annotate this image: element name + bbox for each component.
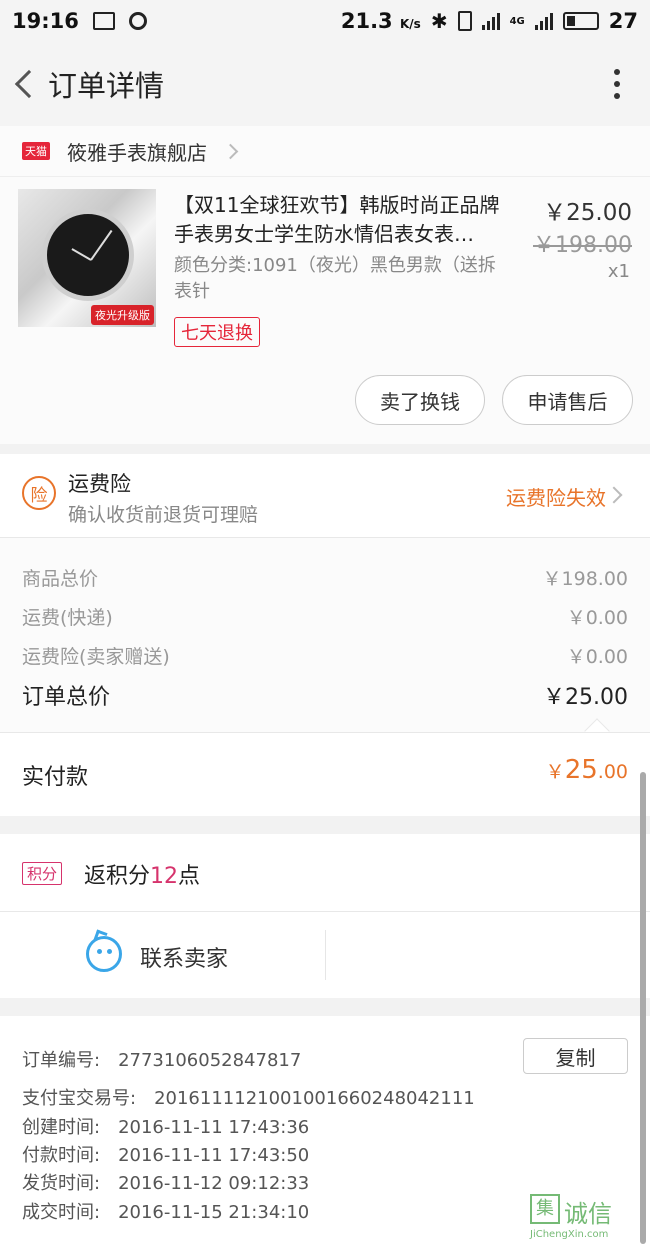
paid-amount: ￥25.00 xyxy=(545,755,628,785)
product-price: ￥25.00 xyxy=(543,200,632,226)
paid-time-row: 付款时间: 2016-11-11 17:43:50 xyxy=(22,1145,310,1166)
product-original-price: ￥198.00 xyxy=(533,233,632,258)
shop-name[interactable]: 筱雅手表旗舰店 xyxy=(67,137,207,166)
paid-amount-row: 实付款 ￥25.00 xyxy=(0,732,650,816)
contact-seller-label: 联系卖家 xyxy=(140,947,229,972)
price-row-insurance: 运费险(卖家赠送) ￥0.00 xyxy=(22,646,628,668)
points-row: 积分 返积分12点 xyxy=(0,834,650,912)
qq-notification-icon xyxy=(128,12,147,30)
watermark-logo: 集 xyxy=(530,1194,560,1224)
insurance-title: 运费险 xyxy=(68,472,131,496)
price-summary: 商品总价 ￥198.00 运费(快递) ￥0.00 运费险(卖家赠送) ￥0.00 订… xyxy=(0,538,650,744)
order-number-row: 订单编号: 2773106052847817 xyxy=(22,1050,302,1071)
vibrate-icon xyxy=(457,11,472,31)
created-time-row: 创建时间: 2016-11-11 17:43:36 xyxy=(22,1117,310,1138)
signal-icon xyxy=(481,12,500,30)
product-quantity: x1 xyxy=(607,261,630,282)
product-thumbnail[interactable]: 夜光升级版 xyxy=(18,189,156,327)
bluetooth-icon: ✱ xyxy=(430,9,448,33)
battery-icon xyxy=(562,12,599,30)
back-icon[interactable] xyxy=(2,42,46,126)
product-sku: 颜色分类:1091（夜光）黑色男款（送拆表针 xyxy=(174,255,496,302)
shop-row[interactable]: 天猫 筱雅手表旗舰店 xyxy=(0,126,650,176)
chevron-right-icon xyxy=(605,486,623,504)
customer-service-icon xyxy=(86,936,122,972)
tmall-badge: 天猫 xyxy=(22,142,50,160)
insurance-status: 运费险失效 xyxy=(506,486,606,510)
completed-time-row: 成交时间: 2016-11-15 21:34:10 xyxy=(22,1202,310,1223)
network-type: 4G xyxy=(509,15,525,27)
shipping-insurance-row[interactable]: 险 运费险 确认收货前退货可理赔 运费险失效 xyxy=(0,454,650,538)
price-row-goods: 商品总价 ￥198.00 xyxy=(22,568,628,590)
watermark-text: 诚信 xyxy=(564,1200,612,1228)
return-policy-tag: 七天退换 xyxy=(174,317,260,347)
more-menu-icon[interactable] xyxy=(614,69,620,99)
product-item: 夜光升级版 【双11全球狂欢节】韩版时尚正品牌手表男女士学生防水情侣表女表… 颜… xyxy=(0,176,650,444)
watermark: 集诚信 JiChengXin.com xyxy=(530,1194,646,1242)
insurance-icon: 险 xyxy=(22,476,56,510)
battery-level: 27 xyxy=(608,9,638,33)
watermark-url: JiChengXin.com xyxy=(530,1229,609,1240)
after-sale-button[interactable]: 申请售后 xyxy=(502,375,633,425)
scrollbar[interactable] xyxy=(640,772,646,1244)
contact-row: 联系卖家 xyxy=(0,912,650,998)
divider xyxy=(325,930,326,980)
signal-4g-icon xyxy=(534,12,553,30)
chevron-right-icon xyxy=(222,143,239,159)
points-text: 返积分12点 xyxy=(84,864,201,889)
copy-button[interactable]: 复制 xyxy=(523,1038,628,1074)
status-time: 19:16 xyxy=(12,9,79,33)
watch-image xyxy=(42,209,134,301)
insurance-subtitle: 确认收货前退货可理赔 xyxy=(68,504,259,526)
page-title: 订单详情 xyxy=(48,69,165,103)
contact-seller-button[interactable]: 联系卖家 xyxy=(0,912,325,998)
network-speed: 21.3 K/s xyxy=(340,9,421,33)
status-bar: 19:16 21.3 K/s ✱ 4G 27 xyxy=(0,0,650,42)
shipped-time-row: 发货时间: 2016-11-12 09:12:33 xyxy=(22,1173,310,1194)
nav-bar: 订单详情 xyxy=(0,42,650,126)
image-notification-icon xyxy=(92,12,115,30)
product-title[interactable]: 【双11全球狂欢节】韩版时尚正品牌手表男女士学生防水情侣表女表… xyxy=(174,191,519,249)
resell-button[interactable]: 卖了换钱 xyxy=(355,375,485,425)
price-row-shipping: 运费(快递) ￥0.00 xyxy=(22,607,628,629)
alipay-number-row: 支付宝交易号: 2016111121001001660248042111 xyxy=(22,1088,475,1109)
points-badge: 积分 xyxy=(22,862,63,885)
paid-label: 实付款 xyxy=(22,765,89,790)
order-total-row: 订单总价 ￥25.00 xyxy=(22,685,628,710)
product-image-badge: 夜光升级版 xyxy=(91,305,154,325)
